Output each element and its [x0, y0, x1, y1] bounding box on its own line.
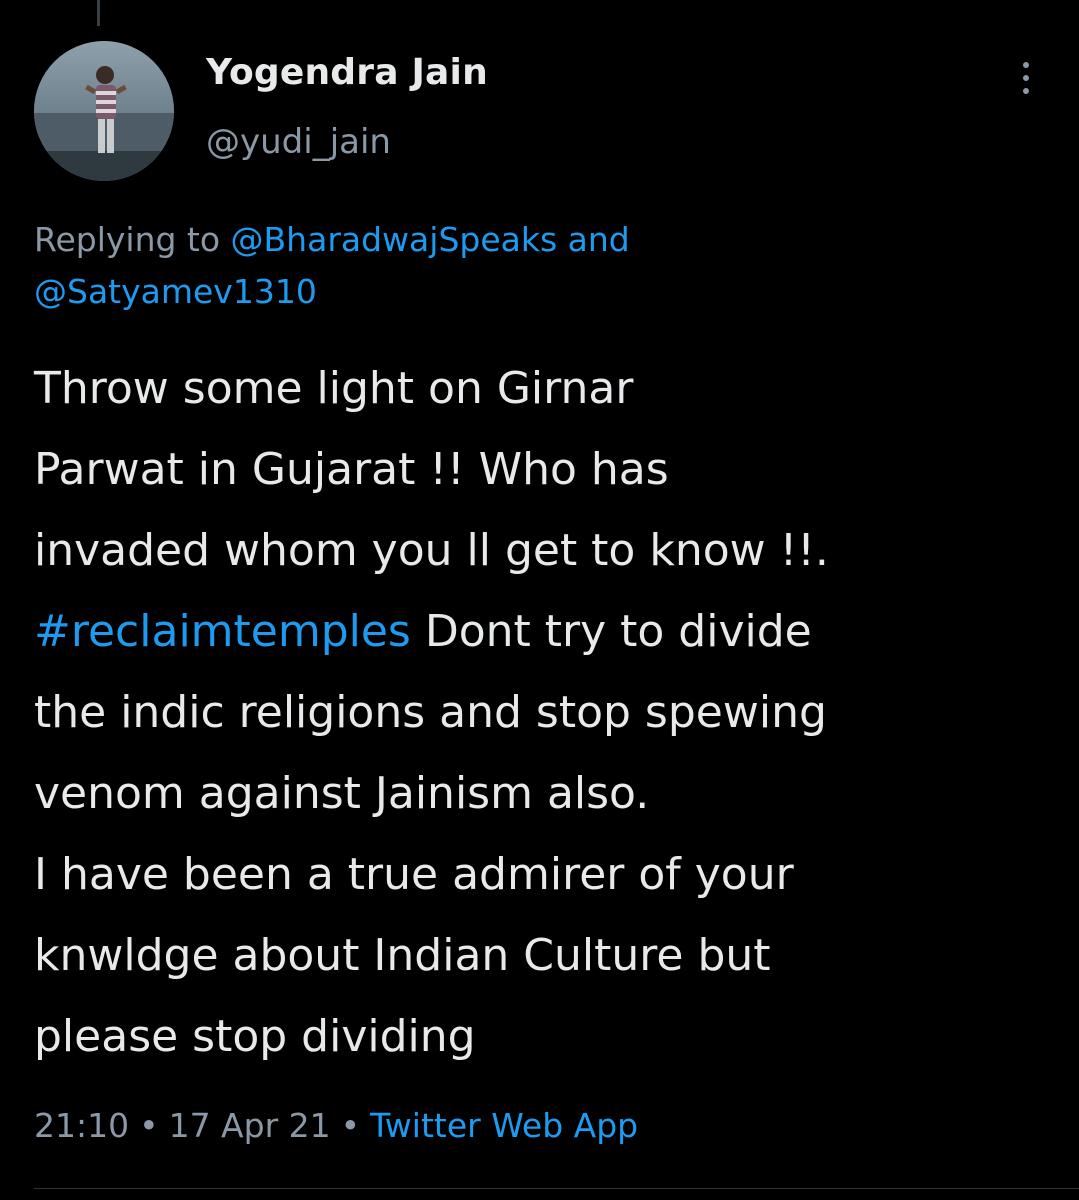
author-display-name[interactable]: Yogendra Jain	[206, 52, 488, 93]
tweet-text-line: the indic religions and stop spewing	[34, 687, 827, 738]
meta-separator: •	[340, 1106, 361, 1145]
more-dot	[1023, 62, 1029, 68]
replying-to: Replying to @BharadwajSpeaks and @Satyam…	[34, 214, 1044, 318]
tweet-text-line: Parwat in Gujarat !! Who has	[34, 444, 669, 495]
mention-link[interactable]: @BharadwajSpeaks	[231, 220, 558, 259]
mention-link[interactable]: @Satyamev1310	[34, 272, 317, 311]
replying-to-label: Replying to	[34, 220, 231, 259]
more-options-icon[interactable]	[1010, 56, 1042, 100]
meta-separator: •	[139, 1106, 159, 1145]
tweet-text-line: invaded whom you ll get to know !!.	[34, 525, 829, 576]
hashtag-link[interactable]: #reclaimtemples	[34, 606, 411, 657]
tweet-text: Throw some light on Girnar Parwat in Guj…	[34, 348, 1054, 1077]
tweet-date[interactable]: 17 Apr 21	[169, 1106, 331, 1145]
tweet-text-line: #reclaimtemples Dont try to divide	[34, 591, 1054, 672]
tweet-time[interactable]: 21:10	[34, 1106, 129, 1145]
tweet-text-line: please stop dividing	[34, 1011, 476, 1062]
tweet-text-line: knwldge about Indian Culture but	[34, 930, 771, 981]
tweet-text-line: I have been a true admirer of your	[34, 849, 794, 900]
tweet-source-link[interactable]: Twitter Web App	[370, 1106, 638, 1145]
tweet-text-fragment: Dont try to divide	[410, 606, 812, 657]
divider	[34, 1188, 1079, 1189]
author-handle[interactable]: @yudi_jain	[206, 122, 391, 162]
replying-to-joiner[interactable]: and	[557, 220, 630, 259]
tweet-text-line: Throw some light on Girnar	[34, 363, 634, 414]
tweet-detail: Yogendra Jain @yudi_jain Replying to @Bh…	[0, 0, 1079, 1200]
avatar[interactable]	[34, 41, 174, 181]
more-dot	[1023, 75, 1029, 81]
more-dot	[1023, 88, 1029, 94]
avatar-photo	[34, 41, 174, 181]
tweet-text-line: venom against Jainism also.	[34, 768, 650, 819]
tweet-metadata: 21:10 • 17 Apr 21 • Twitter Web App	[34, 1106, 638, 1145]
